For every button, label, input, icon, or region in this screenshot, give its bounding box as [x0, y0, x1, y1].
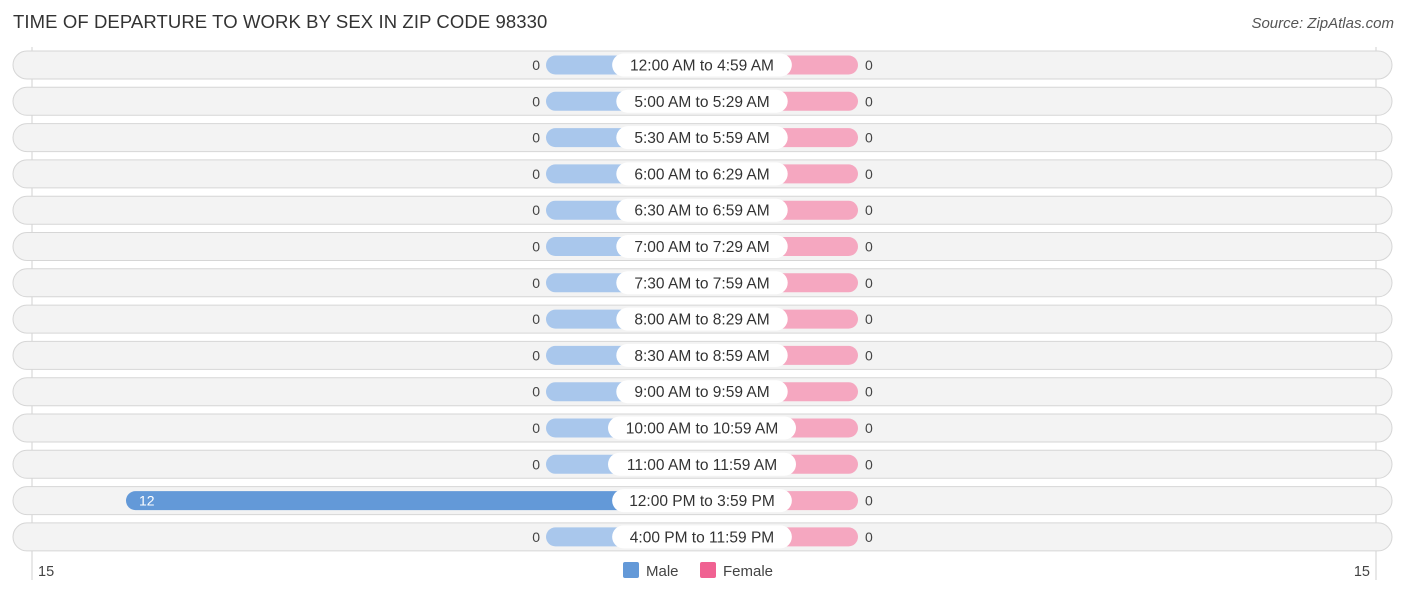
category-label: 4:00 PM to 11:59 PM — [630, 529, 774, 546]
legend-male-swatch — [623, 562, 639, 578]
male-value-label: 0 — [532, 202, 540, 218]
male-value-label: 0 — [532, 275, 540, 291]
male-value-label: 12 — [139, 493, 155, 509]
female-value-label: 0 — [865, 311, 873, 327]
category-label: 6:00 AM to 6:29 AM — [634, 166, 769, 183]
category-label: 12:00 AM to 4:59 AM — [630, 58, 774, 75]
chart: 0 0 12:00 AM to 4:59 AM 0 0 5:00 AM to 5:29 A… — [12, 47, 1393, 580]
category-label: 11:00 AM to 11:59 AM — [627, 457, 777, 474]
female-value-label: 0 — [865, 384, 873, 400]
category-label: 8:00 AM to 8:29 AM — [634, 312, 769, 329]
legend-female-swatch — [700, 562, 716, 578]
female-value-label: 0 — [865, 239, 873, 255]
female-value-label: 0 — [865, 93, 873, 109]
female-value-label: 0 — [865, 275, 873, 291]
category-label: 10:00 AM to 10:59 AM — [626, 421, 779, 438]
male-value-label: 0 — [532, 130, 540, 146]
category-label: 5:00 AM to 5:29 AM — [634, 94, 769, 111]
category-label: 9:00 AM to 9:59 AM — [634, 384, 769, 401]
male-value-label: 0 — [532, 456, 540, 472]
female-value-label: 0 — [865, 529, 873, 545]
male-value-label: 0 — [532, 311, 540, 327]
axis-label-right: 15 — [1354, 564, 1370, 580]
axis-label-left: 15 — [38, 564, 54, 580]
female-value-label: 0 — [865, 493, 873, 509]
female-value-label: 0 — [865, 347, 873, 363]
female-value-label: 0 — [865, 420, 873, 436]
category-label: 12:00 PM to 3:59 PM — [629, 493, 775, 510]
female-value-label: 0 — [865, 456, 873, 472]
male-value-label: 0 — [532, 384, 540, 400]
male-value-label: 0 — [532, 93, 540, 109]
male-value-label: 0 — [532, 57, 540, 73]
category-label: 8:30 AM to 8:59 AM — [634, 348, 769, 365]
category-label: 5:30 AM to 5:59 AM — [634, 130, 769, 147]
male-value-label: 0 — [532, 166, 540, 182]
category-label: 7:30 AM to 7:59 AM — [634, 275, 769, 292]
category-label: 7:00 AM to 7:29 AM — [634, 239, 769, 256]
legend-male-label: Male — [646, 563, 679, 580]
female-value-label: 0 — [865, 130, 873, 146]
female-value-label: 0 — [865, 202, 873, 218]
legend-female-label: Female — [723, 563, 773, 580]
male-value-label: 0 — [532, 347, 540, 363]
female-value-label: 0 — [865, 166, 873, 182]
male-value-label: 0 — [532, 239, 540, 255]
category-label: 6:30 AM to 6:59 AM — [634, 203, 769, 220]
male-value-label: 0 — [532, 420, 540, 436]
female-value-label: 0 — [865, 57, 873, 73]
male-value-label: 0 — [532, 529, 540, 545]
